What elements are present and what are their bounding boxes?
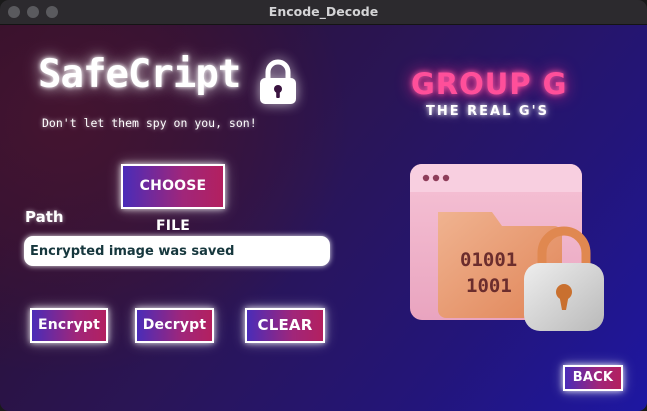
back-button[interactable]: BACK [563, 365, 623, 391]
app-logo-text: SafeCript [38, 52, 241, 97]
padlock-icon [260, 59, 296, 104]
group-title: GROUP G [411, 67, 568, 101]
binary-text-line-2: 1001 [466, 275, 512, 297]
decrypt-button[interactable]: Decrypt [135, 308, 214, 343]
path-input[interactable] [24, 236, 330, 266]
folder-lock-illustration: 01001 1001 [410, 164, 604, 331]
app-window: Encode_Decode SafeCript Don't let them s… [0, 0, 647, 411]
clear-button[interactable]: CLEAR [245, 308, 325, 343]
group-subtitle: THE REAL G'S [426, 104, 549, 119]
title-bar: Encode_Decode [0, 0, 647, 25]
path-label: Path [25, 208, 64, 226]
window-title: Encode_Decode [268, 4, 379, 19]
main-panel: SafeCript Don't let them spy on you, son… [0, 25, 647, 411]
binary-text-line-1: 01001 [460, 249, 517, 271]
encrypt-button[interactable]: Encrypt [30, 308, 108, 343]
tagline: Don't let them spy on you, son! [42, 116, 257, 130]
choose-file-button[interactable]: CHOOSE FILE [121, 164, 225, 234]
